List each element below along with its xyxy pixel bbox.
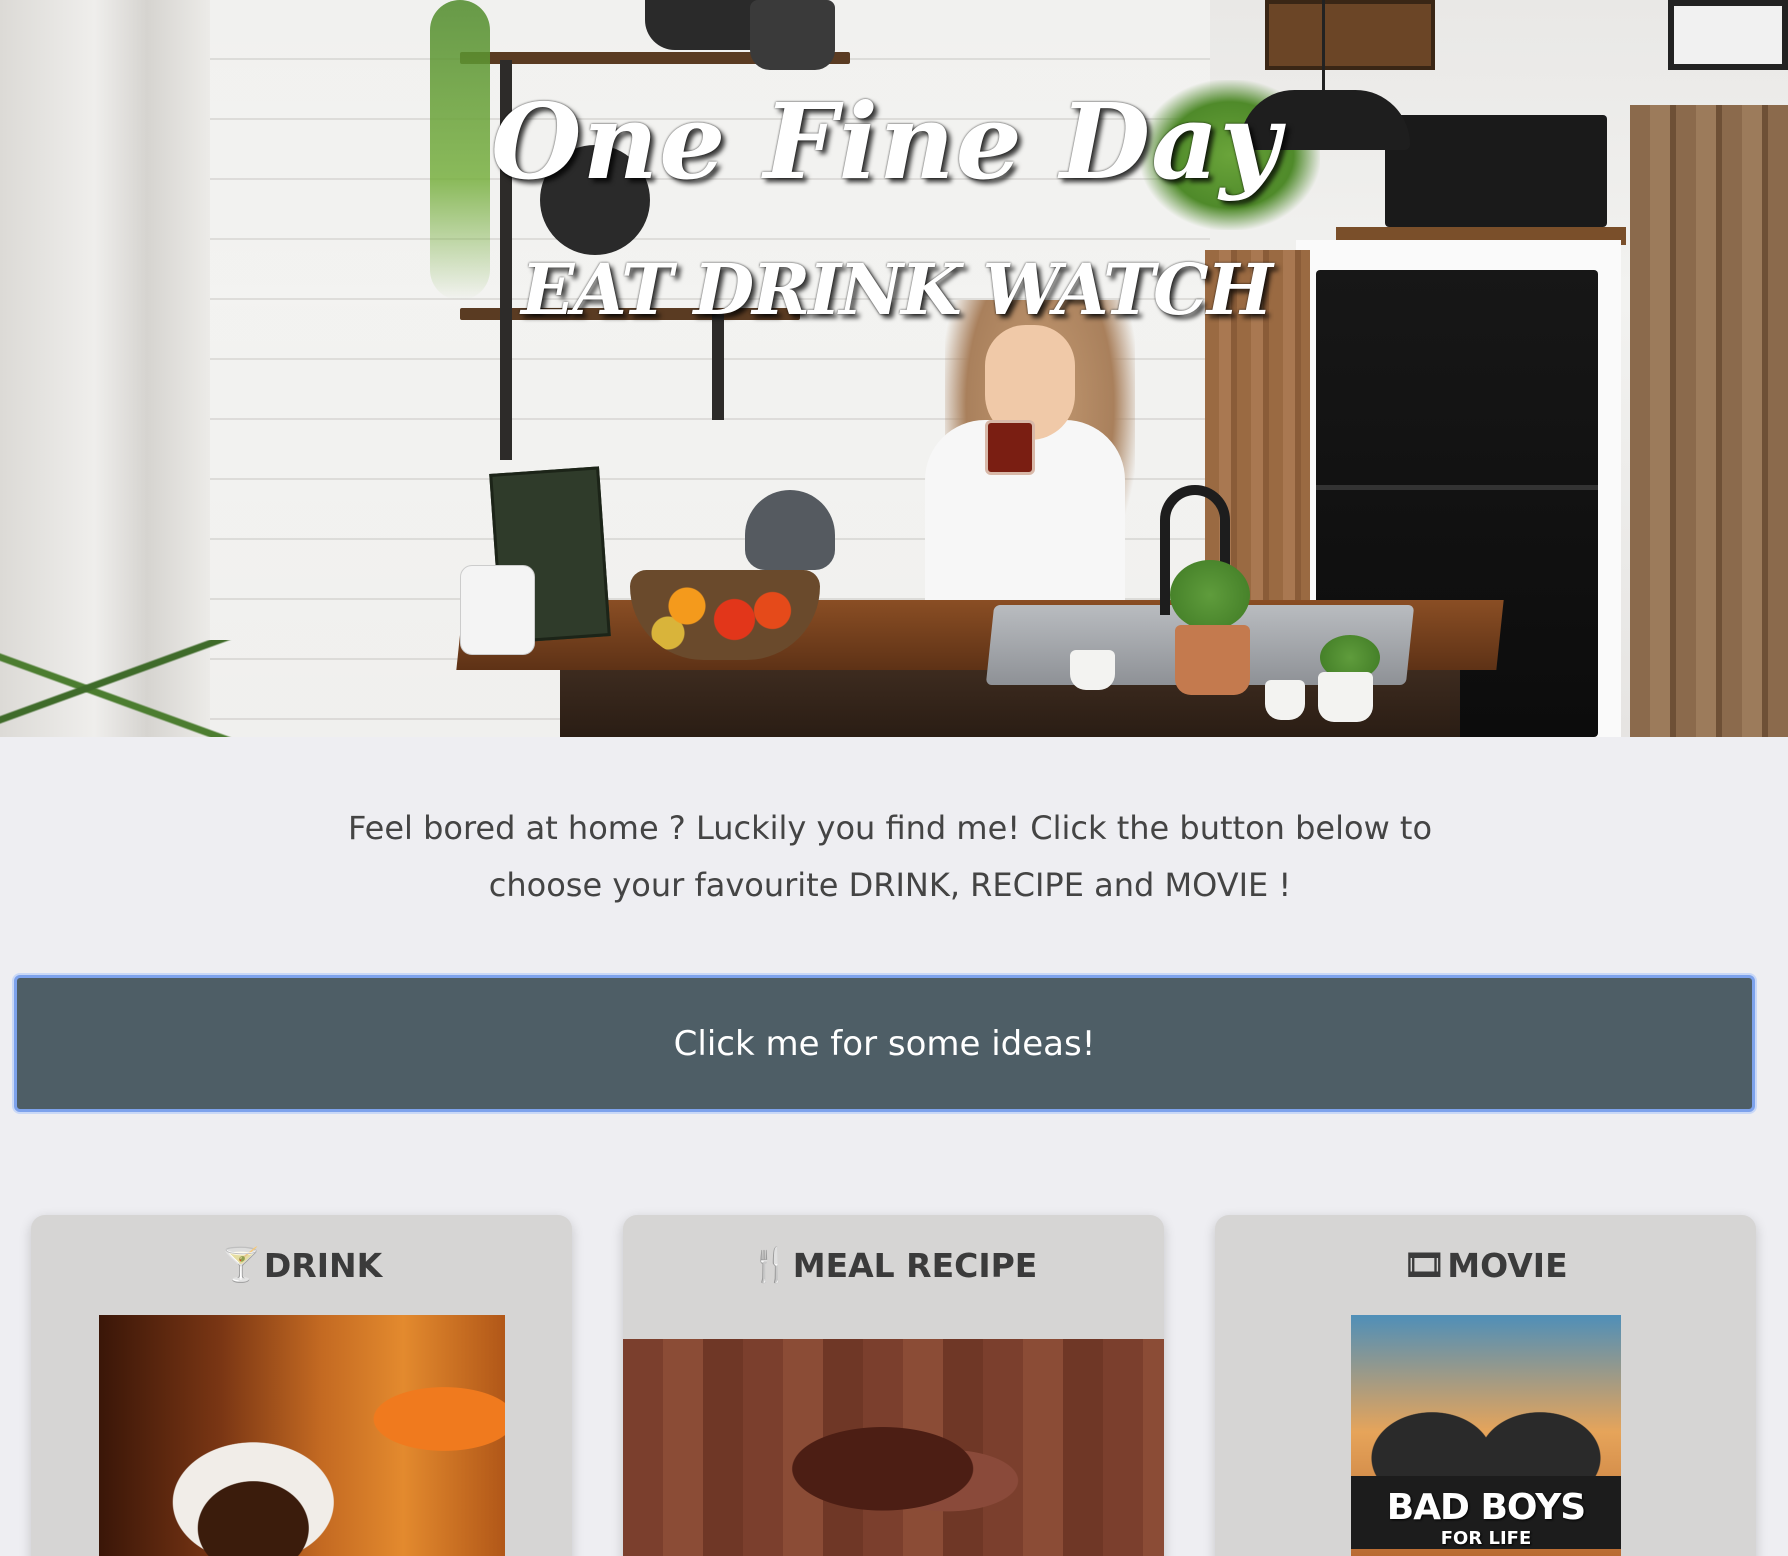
movie-card[interactable]: 🎞 MOVIE BAD BOYS FOR LIFE bbox=[1215, 1215, 1756, 1556]
drink-image bbox=[99, 1315, 505, 1556]
drink-card-title: DRINK bbox=[263, 1245, 383, 1285]
hero-fridge-divider bbox=[1316, 485, 1598, 490]
intro-text: Feel bored at home ? Luckily you find me… bbox=[330, 800, 1450, 914]
hero-tea-mug bbox=[985, 420, 1035, 475]
movie-poster-title: BAD BOYS bbox=[1386, 1487, 1586, 1528]
hero-wood-frame bbox=[1265, 0, 1435, 70]
meal-card-header: 🍴 MEAL RECIPE bbox=[623, 1245, 1164, 1285]
hero-white-pot-2 bbox=[1265, 680, 1305, 720]
hero-terracotta-pot bbox=[1175, 625, 1250, 695]
hero-canister bbox=[460, 565, 535, 655]
meal-image bbox=[623, 1339, 1164, 1556]
film-icon: 🎞 bbox=[1403, 1245, 1446, 1284]
hero-floor-plant bbox=[0, 640, 250, 737]
movie-card-title: MOVIE bbox=[1447, 1245, 1568, 1285]
hero-herb-plant bbox=[1170, 560, 1250, 630]
movie-poster: BAD BOYS FOR LIFE bbox=[1351, 1315, 1621, 1556]
intro-line-2: choose your favourite DRINK, RECIPE and … bbox=[488, 866, 1292, 904]
utensils-icon: 🍴 bbox=[749, 1245, 791, 1284]
hero-white-pot-3 bbox=[1070, 650, 1115, 690]
hero-pot-2 bbox=[750, 0, 835, 70]
movie-card-header: 🎞 MOVIE bbox=[1215, 1245, 1756, 1285]
hero-white-pot bbox=[1318, 672, 1373, 722]
hero-kettle bbox=[745, 490, 835, 570]
cocktail-icon: 🍸 bbox=[220, 1245, 262, 1284]
drink-card-header: 🍸 DRINK bbox=[31, 1245, 572, 1285]
page-title: One Fine Day bbox=[491, 80, 1281, 203]
page-subtitle: EAT DRINK WATCH bbox=[521, 248, 1273, 331]
hero-banner: One Fine Day EAT DRINK WATCH bbox=[0, 0, 1788, 737]
meal-recipe-card[interactable]: 🍴 MEAL RECIPE bbox=[623, 1215, 1164, 1556]
drink-card[interactable]: 🍸 DRINK bbox=[31, 1215, 572, 1556]
hero-wall-art bbox=[1668, 0, 1788, 70]
ideas-button[interactable]: Click me for some ideas! bbox=[14, 975, 1755, 1112]
movie-poster-tagline: FOR LIFE bbox=[1440, 1528, 1532, 1549]
meal-card-title: MEAL RECIPE bbox=[792, 1245, 1038, 1285]
intro-line-1: Feel bored at home ? Luckily you find me… bbox=[347, 809, 1433, 847]
